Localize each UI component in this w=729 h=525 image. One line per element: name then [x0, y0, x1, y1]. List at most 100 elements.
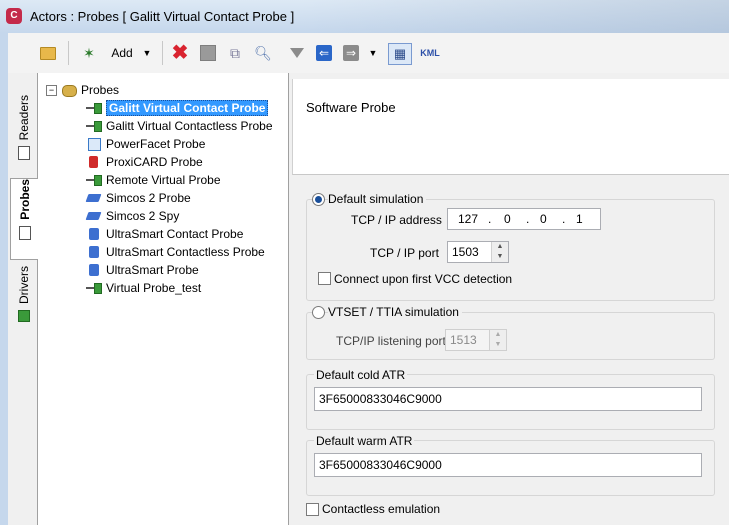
tree-item[interactable]: PowerFacet Probe — [86, 135, 205, 153]
listening-port-value: 1513 — [450, 333, 477, 347]
warm-atr-input[interactable]: 3F65000833046C9000 — [314, 453, 702, 477]
tree-item-label: PowerFacet Probe — [106, 137, 206, 151]
tree-item[interactable]: Virtual Probe_test — [86, 279, 201, 297]
export-dropdown-button[interactable]: ▼ — [367, 43, 379, 63]
add-button[interactable]: Add — [108, 43, 136, 63]
spin-down-icon[interactable]: ▼ — [492, 252, 508, 262]
probe-type-label: Software Probe — [306, 100, 396, 115]
filter-icon — [290, 48, 304, 58]
open-folder-button[interactable] — [38, 43, 58, 63]
ip-dot: . — [488, 212, 492, 226]
contact-probe-icon — [86, 101, 102, 115]
list-icon — [18, 225, 31, 240]
tab-probes[interactable]: Probes — [10, 178, 38, 260]
vcc-detection-label: Connect upon first VCC detection — [334, 272, 513, 286]
toolbar: ✶ Add ▼ ✖ ⧉ 🔍︎ ⇐ ⇒ ▼ ▦ KML — [8, 33, 729, 74]
contact-probe-icon — [86, 281, 102, 295]
kml-button[interactable]: KML — [418, 43, 442, 63]
tree-item[interactable]: Remote Virtual Probe — [86, 171, 221, 189]
listening-port-spinner[interactable]: 1513 ▲ ▼ — [445, 329, 507, 351]
copy-button[interactable]: ⧉ — [224, 43, 246, 63]
tab-readers[interactable]: Readers — [10, 95, 37, 173]
default-simulation-label: Default simulation — [328, 192, 427, 206]
app-icon: C — [6, 8, 22, 24]
grid-icon: ▦ — [393, 46, 407, 61]
collapse-icon[interactable]: − — [46, 84, 57, 96]
tree-item-label: Simcos 2 Probe — [106, 191, 191, 205]
export-button[interactable]: ⇒ — [341, 43, 361, 63]
kml-icon: KML — [420, 48, 440, 58]
spinner-buttons: ▲ ▼ — [491, 242, 508, 262]
powerfacet-icon — [86, 137, 102, 151]
ultrasmart-icon — [86, 227, 102, 241]
tree-item[interactable]: UltraSmart Contactless Probe — [86, 243, 265, 261]
copy-icon: ⧉ — [230, 44, 240, 61]
add-dropdown-button[interactable]: ▼ — [141, 43, 153, 63]
import-button[interactable]: ⇐ — [314, 43, 334, 63]
tcp-ip-port-label: TCP / IP port — [370, 246, 439, 260]
tree-item[interactable]: ProxiCARD Probe — [86, 153, 203, 171]
ip-octet: 0 — [504, 212, 511, 226]
ultrasmart-icon — [86, 245, 102, 259]
tree-item-label: Galitt Virtual Contactless Probe — [106, 119, 273, 133]
tab-label: Drivers — [16, 266, 31, 304]
search-icon: 🔍︎ — [254, 44, 272, 61]
tree-item[interactable]: UltraSmart Contact Probe — [86, 225, 243, 243]
grid-toggle-button[interactable]: ▦ — [388, 43, 412, 65]
stop-icon — [200, 45, 216, 61]
simcos-icon — [86, 191, 102, 205]
tree-item-label: UltraSmart Contactless Probe — [106, 245, 265, 259]
vcc-detection-checkbox[interactable] — [318, 272, 331, 285]
probes-folder-icon — [61, 83, 77, 97]
tree-item[interactable]: UltraSmart Probe — [86, 261, 199, 279]
sparkle-add-icon: ✶ — [83, 44, 95, 61]
filter-button[interactable] — [287, 43, 307, 63]
remote-probe-icon — [86, 173, 102, 187]
contactless-probe-icon — [86, 119, 102, 133]
tree-item-label: Virtual Probe_test — [106, 281, 202, 295]
import-arrow-icon: ⇐ — [316, 45, 332, 61]
delete-button[interactable]: ✖ — [170, 43, 190, 63]
toolbar-separator — [68, 41, 69, 65]
delete-icon: ✖ — [171, 42, 189, 64]
tree-item[interactable]: Simcos 2 Spy — [86, 207, 179, 225]
tree-root[interactable]: − Probes — [46, 81, 119, 99]
tree-item-label: UltraSmart Probe — [106, 263, 199, 277]
tree-item-label: UltraSmart Contact Probe — [106, 227, 244, 241]
ip-octet: 1 — [576, 212, 583, 226]
stop-button[interactable] — [198, 43, 218, 63]
spin-up-icon[interactable]: ▲ — [490, 330, 506, 340]
title-bar: C Actors : Probes [ Galitt Virtual Conta… — [0, 0, 729, 33]
tree-item[interactable]: Galitt Virtual Contactless Probe — [86, 117, 273, 135]
tcp-ip-address-input[interactable]: 127 . 0 . 0 . 1 — [447, 208, 601, 230]
tab-drivers[interactable]: Drivers — [10, 266, 37, 334]
cold-atr-label: Default cold ATR — [314, 368, 408, 382]
tree-item[interactable]: Simcos 2 Probe — [86, 189, 191, 207]
ip-dot: . — [562, 212, 566, 226]
spin-up-icon[interactable]: ▲ — [492, 242, 508, 252]
probes-tree: − Probes Galitt Virtual Contact Probe Ga… — [38, 73, 289, 525]
proxicard-icon — [86, 155, 102, 169]
default-simulation-radio[interactable] — [312, 193, 325, 206]
tree-item-label: Galitt Virtual Contact Probe — [106, 100, 269, 116]
tab-label: Readers — [16, 95, 31, 141]
window-frame — [0, 33, 8, 525]
tcp-ip-port-spinner[interactable]: 1503 ▲ ▼ — [447, 241, 509, 263]
contactless-emulation-checkbox[interactable] — [306, 503, 319, 516]
add-icon-button[interactable]: ✶ — [78, 43, 100, 63]
vtset-simulation-label: VTSET / TTIA simulation — [328, 305, 462, 319]
caret-down-icon: ▼ — [368, 48, 378, 58]
spin-down-icon[interactable]: ▼ — [490, 340, 506, 350]
port-value: 1503 — [452, 245, 479, 259]
vtset-simulation-radio[interactable] — [312, 306, 325, 319]
cold-atr-input[interactable]: 3F65000833046C9000 — [314, 387, 702, 411]
title-bar-background — [300, 0, 729, 33]
search-button[interactable]: 🔍︎ — [252, 43, 274, 63]
listening-port-label: TCP/IP listening port — [336, 334, 446, 348]
cold-atr-value: 3F65000833046C9000 — [319, 392, 442, 406]
window-title: Actors : Probes [ Galitt Virtual Contact… — [30, 9, 295, 24]
tree-item[interactable]: Galitt Virtual Contact Probe — [86, 99, 269, 117]
ultrasmart-icon — [86, 263, 102, 277]
folder-icon — [40, 46, 56, 60]
ip-octet: 127 — [458, 212, 479, 226]
